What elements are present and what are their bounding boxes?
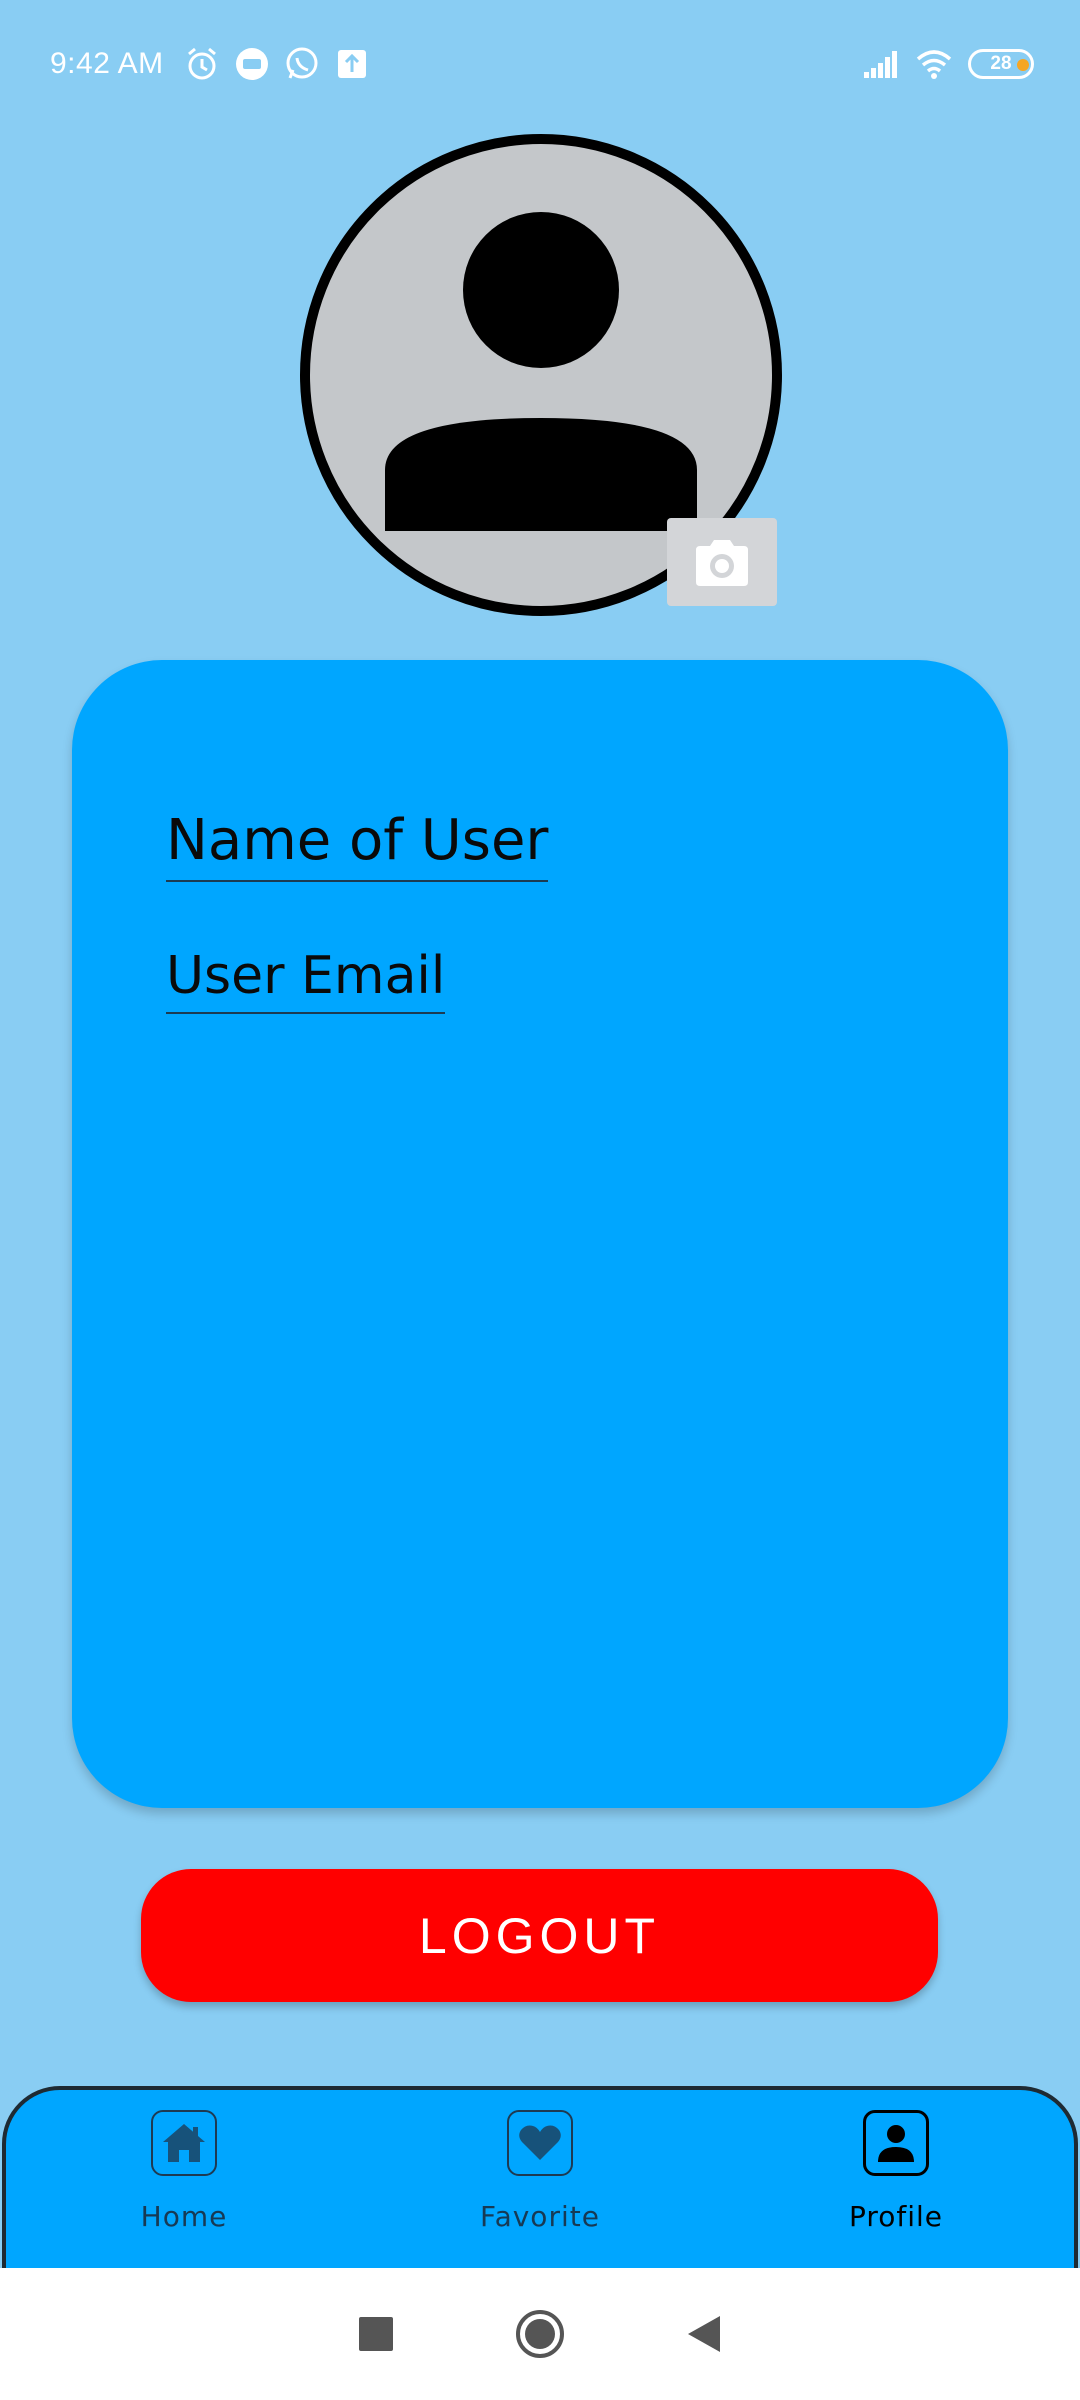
status-bar: 9:42 AM 28 bbox=[0, 0, 1080, 128]
message-icon bbox=[232, 44, 272, 84]
alarm-icon bbox=[182, 44, 222, 84]
home-icon bbox=[163, 2124, 205, 2162]
status-time: 9:42 AM bbox=[50, 47, 164, 80]
logout-button[interactable]: LOGOUT bbox=[141, 1869, 938, 2002]
circle-icon bbox=[516, 2310, 564, 2358]
heart-icon bbox=[519, 2125, 561, 2160]
nav-label-profile: Profile bbox=[848, 2200, 944, 2233]
profile-icon bbox=[878, 2125, 914, 2162]
battery-level: 28 bbox=[990, 53, 1012, 74]
nav-label-favorite: Favorite bbox=[480, 2200, 600, 2233]
nav-item-home[interactable]: Home bbox=[6, 2090, 362, 2270]
nav-item-profile[interactable]: Profile bbox=[718, 2090, 1074, 2270]
square-icon bbox=[359, 2317, 393, 2351]
battery-charge-dot bbox=[1017, 59, 1029, 71]
nav-icon-box-home bbox=[151, 2110, 217, 2176]
nav-icon-box-profile bbox=[863, 2110, 929, 2176]
camera-icon bbox=[696, 540, 748, 586]
battery-icon: 28 bbox=[968, 49, 1034, 79]
nav-item-favorite[interactable]: Favorite bbox=[362, 2090, 718, 2270]
wifi-icon bbox=[914, 44, 954, 84]
signal-icon bbox=[860, 44, 900, 84]
bottom-nav: Home Favorite Profile bbox=[2, 2086, 1078, 2270]
back-button[interactable] bbox=[674, 2304, 734, 2364]
nav-icon-box-favorite bbox=[507, 2110, 573, 2176]
status-left: 9:42 AM bbox=[50, 44, 382, 84]
camera-button[interactable] bbox=[667, 518, 777, 606]
nav-label-home: Home bbox=[140, 2200, 228, 2233]
upload-icon bbox=[332, 44, 372, 84]
profile-card: Name of User User Email bbox=[72, 660, 1008, 1808]
recents-button[interactable] bbox=[346, 2304, 406, 2364]
whatsapp-icon bbox=[282, 44, 322, 84]
user-email-field[interactable]: User Email bbox=[166, 946, 446, 1014]
home-button[interactable] bbox=[510, 2304, 570, 2364]
triangle-back-icon bbox=[688, 2316, 720, 2352]
status-right: 28 bbox=[860, 44, 1034, 84]
user-name-field[interactable]: Name of User bbox=[166, 808, 549, 882]
system-nav-bar bbox=[0, 2268, 1080, 2400]
